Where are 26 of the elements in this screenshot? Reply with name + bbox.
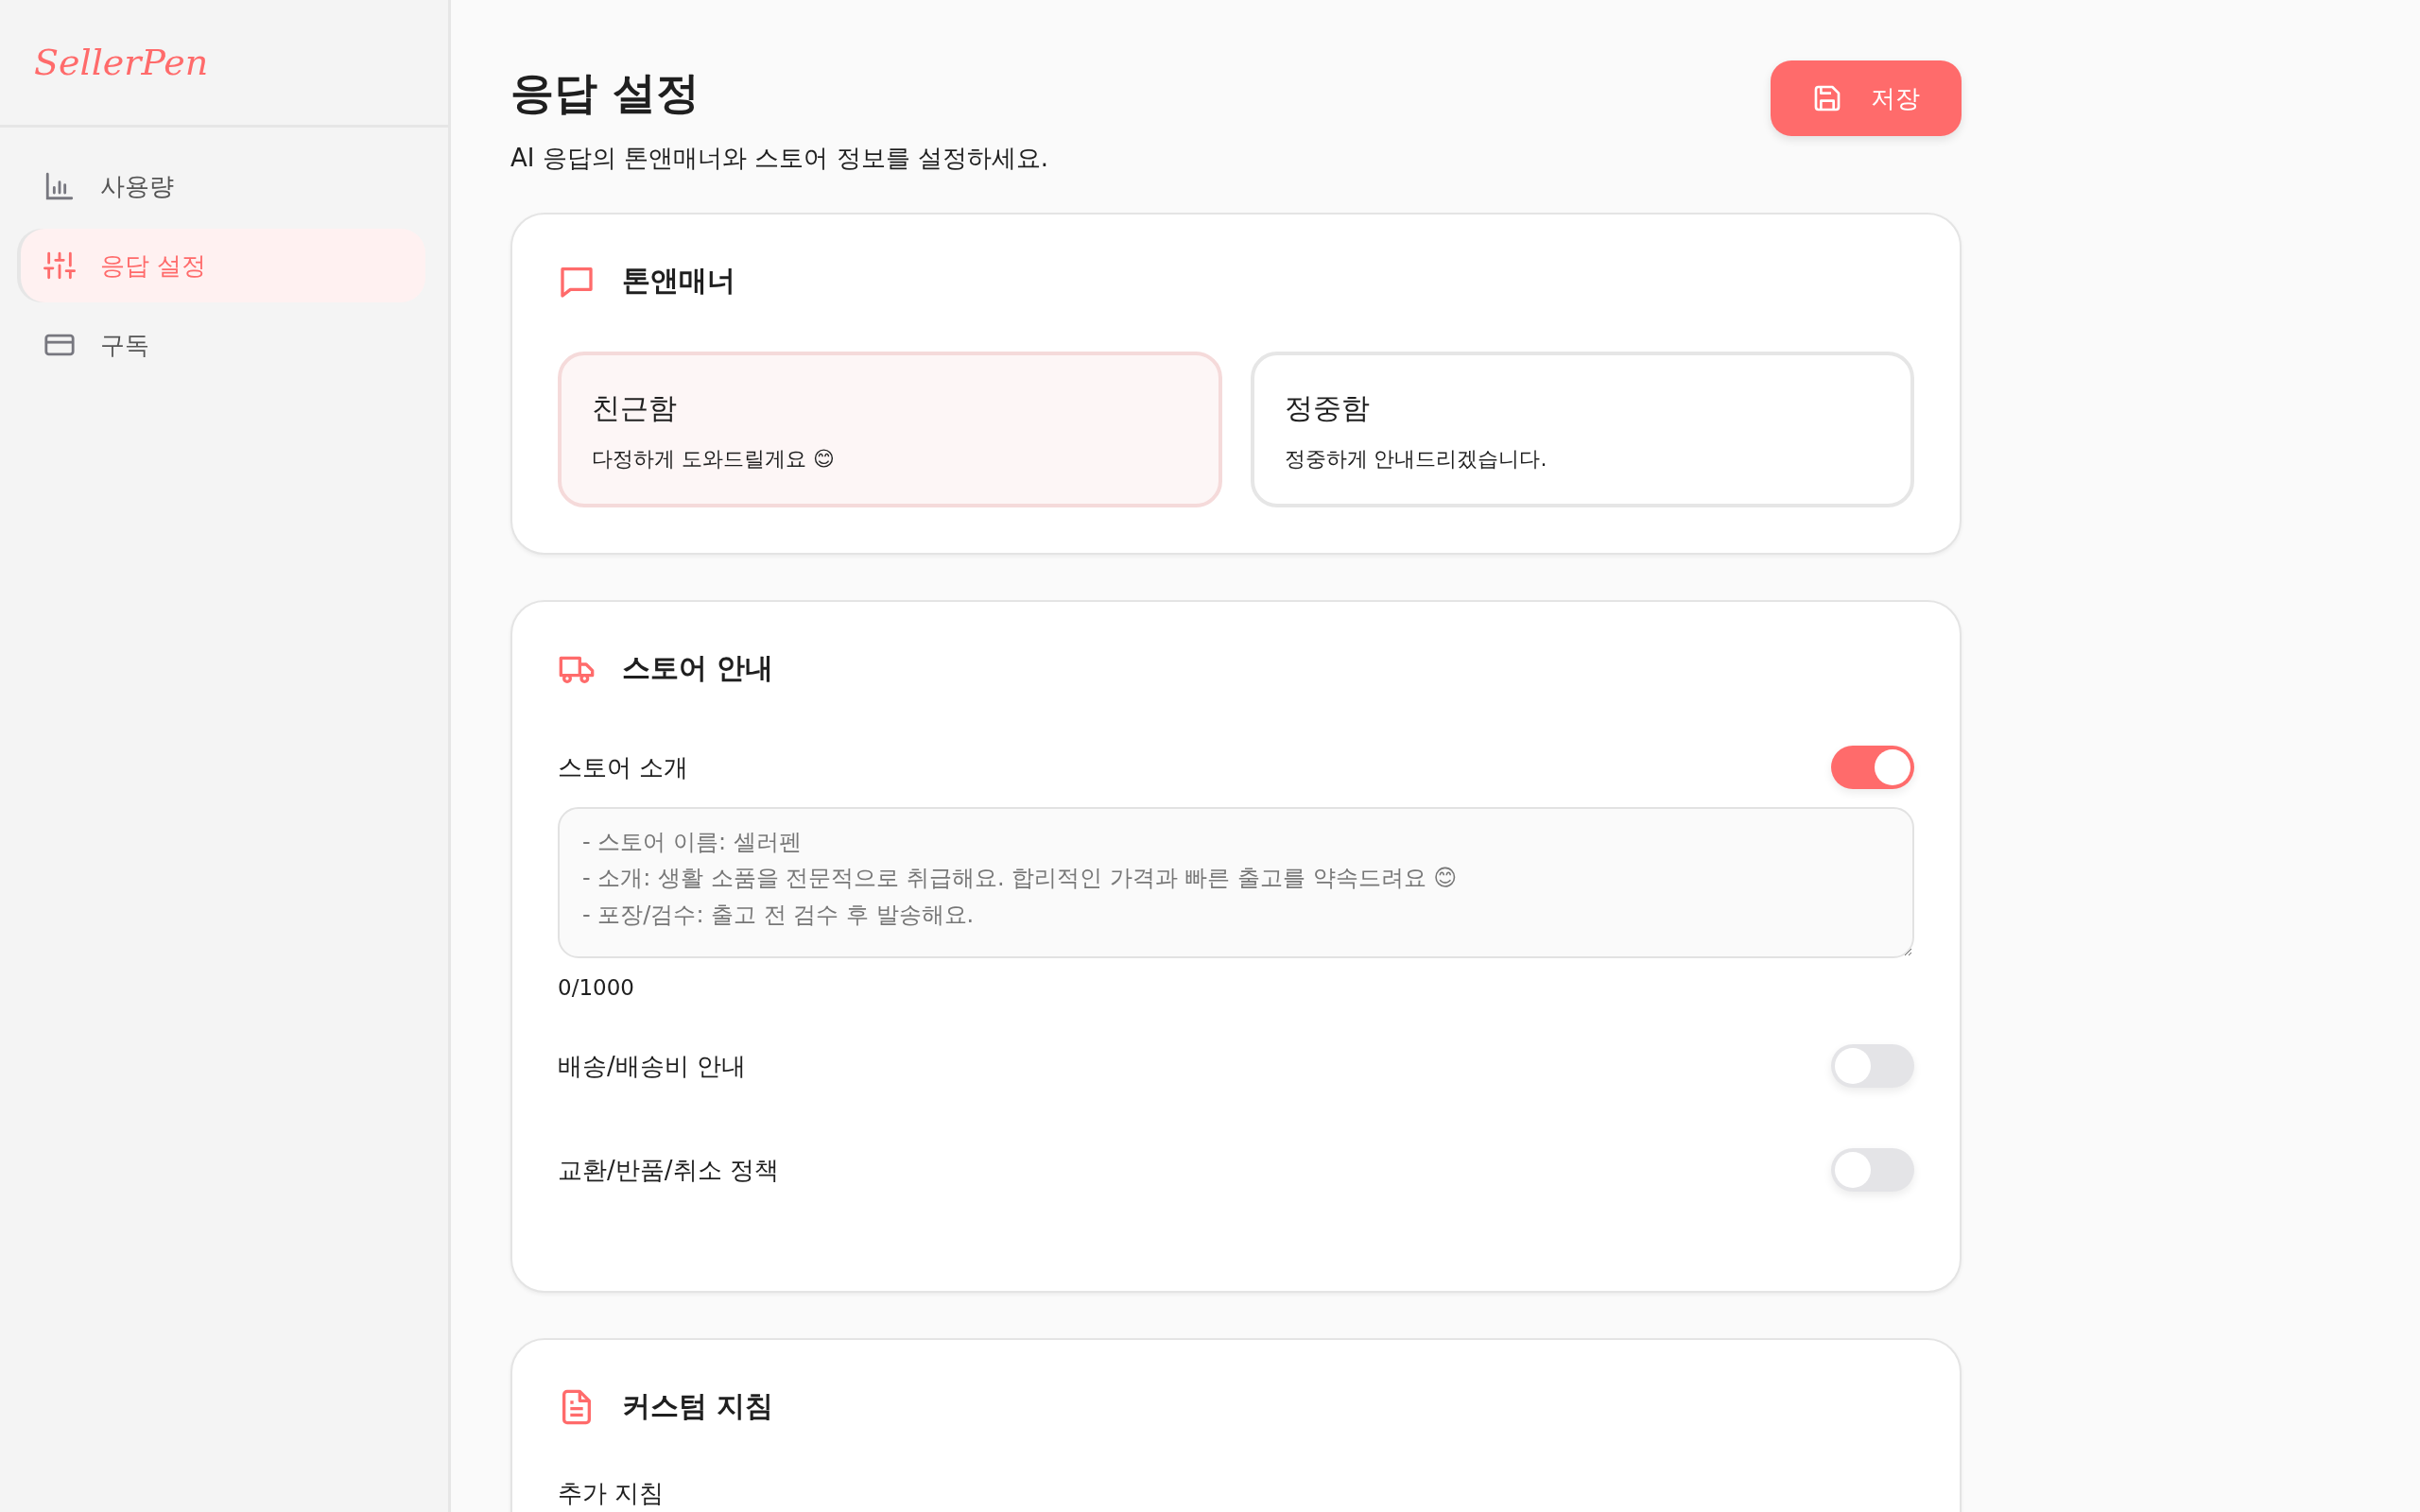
- app-logo: SellerPen: [34, 42, 209, 83]
- section-title: 커스텀 지침: [622, 1388, 774, 1424]
- save-icon: [1812, 83, 1842, 113]
- section-title: 스토어 안내: [622, 650, 774, 686]
- toggle-switch[interactable]: [1831, 1148, 1914, 1192]
- tone-option[interactable]: 친근함 다정하게 도와드릴게요 😊: [558, 352, 1222, 507]
- section-title: 톤앤매너: [622, 263, 735, 299]
- toggle-switch[interactable]: [1831, 746, 1914, 789]
- option-title: 친근함: [592, 390, 678, 426]
- bar-chart-icon: [43, 170, 76, 202]
- option-description: 다정하게 도와드릴게요 😊: [592, 446, 836, 472]
- setting-label: 교환/반품/취소 정책: [558, 1154, 779, 1186]
- tone-option[interactable]: 정중함 정중하게 안내드리겠습니다.: [1250, 352, 1914, 507]
- setting-label: 스토어 소개: [558, 751, 689, 783]
- option-description: 정중하게 안내드리겠습니다.: [1284, 446, 1548, 472]
- field-label: 추가 지침: [558, 1478, 666, 1509]
- sidebar-item[interactable]: 구독: [21, 308, 425, 382]
- store-intro-field[interactable]: - 스토어 이름: 셀러펜 - 소개: 생활 소품을 전문적으로 취급해요. 합리적인 가격과 빠른 출고를 약속드려요 😊 - 포장/검수: 출고 전 검수 후 발송해요.: [558, 807, 1914, 958]
- option-title: 정중함: [1284, 390, 1371, 426]
- toggle-switch[interactable]: [1831, 1044, 1914, 1088]
- page-subtitle: AI 응답의 톤앤매너와 스토어 정보를 설정하세요.: [510, 143, 1049, 174]
- page-title: 응답 설정: [510, 66, 700, 120]
- character-counter: 0/1000: [558, 975, 635, 1000]
- sidebar-item[interactable]: 사용량: [21, 149, 425, 223]
- setting-label: 배송/배송비 안내: [558, 1050, 747, 1082]
- sliders-icon: [43, 249, 76, 282]
